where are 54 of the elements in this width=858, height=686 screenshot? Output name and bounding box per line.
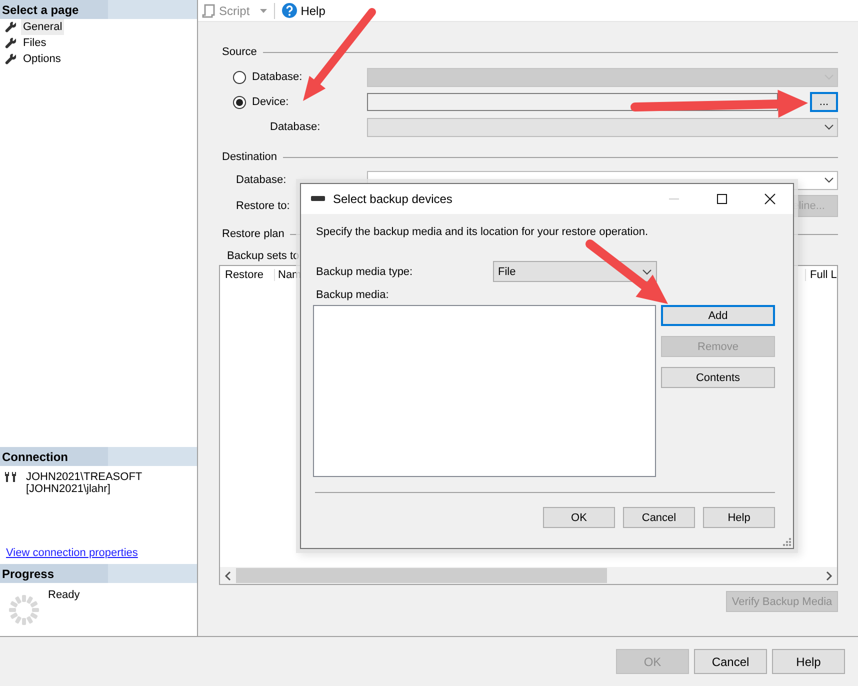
- dialog-button[interactable]: OK: [543, 507, 615, 528]
- page-item[interactable]: Files: [21, 35, 48, 51]
- chevron-down-icon: [824, 124, 834, 130]
- dialog-description: Specify the backup media and its location for your restore operation.: [315, 225, 650, 239]
- field-label: Backup sets to: [227, 250, 300, 262]
- section-header: Connection: [0, 447, 197, 466]
- radio-label: Database:: [252, 71, 302, 83]
- connection-properties-link[interactable]: View connection properties: [0, 546, 197, 562]
- group-title: Restore plan: [222, 228, 284, 240]
- column-header[interactable]: Restore: [225, 269, 264, 281]
- dropdown-caret-icon[interactable]: [260, 8, 267, 12]
- wrench-icon: [5, 53, 17, 65]
- spinner-icon: [8, 594, 40, 626]
- column-header[interactable]: Full L: [805, 269, 837, 281]
- chevron-down-icon: [642, 268, 652, 274]
- tape-drive-icon: [311, 196, 325, 202]
- script-button[interactable]: Script: [202, 4, 250, 18]
- dialog-title: Select backup devices: [333, 192, 454, 206]
- horizontal-scrollbar[interactable]: [220, 567, 837, 584]
- field-label: Backup media type:: [315, 266, 414, 278]
- radio-button[interactable]: [233, 96, 246, 108]
- field-label: Backup media:: [315, 289, 390, 303]
- dialog-button[interactable]: Cancel: [694, 649, 767, 674]
- browse-button[interactable]: ...: [810, 92, 838, 112]
- dialog-button[interactable]: Add: [661, 305, 775, 326]
- help-button[interactable]: Help: [282, 3, 326, 18]
- maximize-icon[interactable]: [716, 193, 728, 205]
- help-icon: [282, 3, 297, 18]
- progress-status: Ready: [48, 588, 80, 603]
- dialog-button[interactable]: Contents: [661, 367, 775, 388]
- field-label: Restore to:: [236, 200, 290, 212]
- script-icon: [202, 4, 215, 18]
- server-name: JOHN2021\TREASOFT: [26, 471, 142, 483]
- user-name: [JOHN2021\jlahr]: [26, 483, 112, 495]
- group-title: Source: [222, 46, 257, 58]
- page-item[interactable]: General: [21, 19, 64, 35]
- resize-grip-icon[interactable]: [783, 538, 791, 546]
- dialog-button[interactable]: Help: [703, 507, 775, 528]
- chevron-down-icon: [824, 177, 834, 183]
- wrench-icon: [5, 21, 17, 33]
- section-header: Progress: [0, 564, 197, 583]
- field-label: Database:: [236, 174, 286, 186]
- dialog-button[interactable]: Help: [772, 649, 845, 674]
- close-icon[interactable]: [764, 193, 776, 205]
- page-item[interactable]: Options: [21, 51, 63, 67]
- group-title: Destination: [222, 151, 278, 163]
- plug-icon: [4, 471, 18, 483]
- radio-label: Device:: [252, 96, 289, 108]
- field-label: Database:: [270, 121, 320, 133]
- dialog-button[interactable]: Cancel: [623, 507, 695, 528]
- section-header: Select a page: [0, 0, 197, 19]
- radio-button[interactable]: [233, 70, 246, 84]
- media-type-dropdown[interactable]: File: [493, 261, 657, 282]
- wrench-icon: [5, 37, 17, 49]
